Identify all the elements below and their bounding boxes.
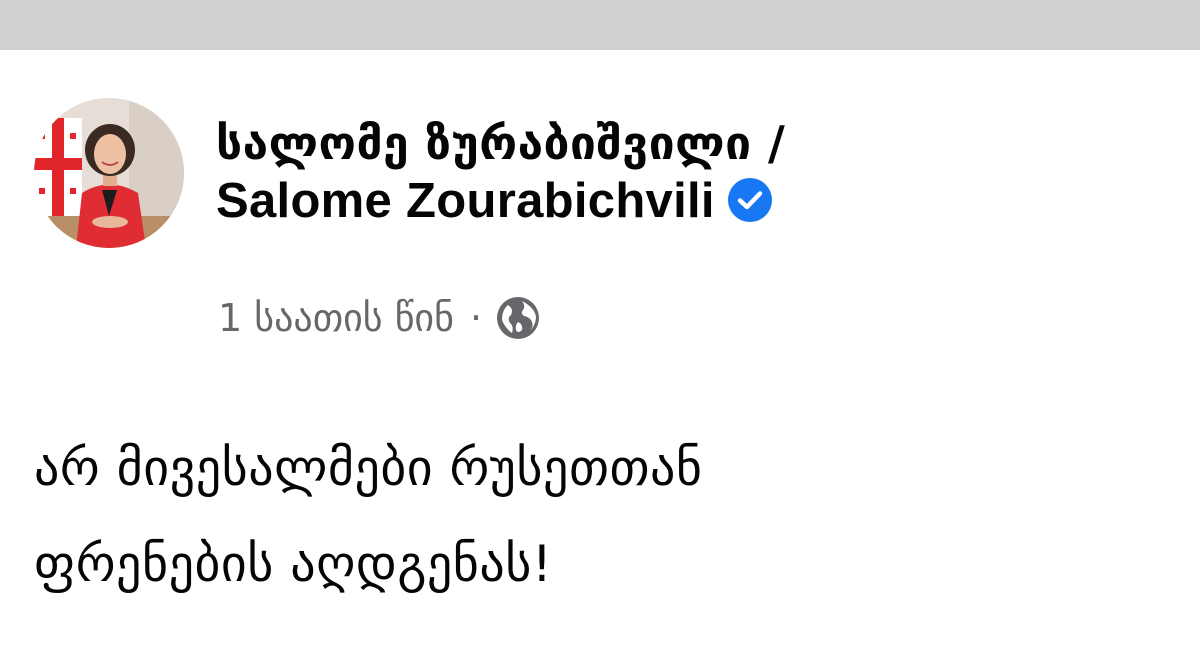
- post-text-line-1: არ მივესალმები რუსეთთან: [34, 439, 703, 497]
- author-name[interactable]: სალომე ზურაბიშვილი / Salome Zourabichvil…: [216, 114, 785, 230]
- post-meta: 1 საათის წინ ·: [218, 294, 540, 342]
- author-name-georgian[interactable]: სალომე ზურაბიშვილი /: [216, 114, 785, 172]
- post-body: არ მივესალმები რუსეთთან ფრენების აღდგენა…: [34, 420, 1164, 612]
- post-text-line-2: ფრენების აღდგენას!: [34, 535, 553, 593]
- post-timestamp[interactable]: 1 საათის წინ: [218, 294, 454, 342]
- globe-icon[interactable]: [496, 296, 540, 340]
- verified-badge-icon: [727, 178, 772, 223]
- meta-separator: ·: [469, 296, 483, 340]
- author-name-latin-text[interactable]: Salome Zourabichvili: [216, 174, 715, 228]
- avatar-photo: [34, 98, 184, 248]
- facebook-post: სალომე ზურაბიშვილი / Salome Zourabichvil…: [0, 50, 1200, 650]
- top-bar: [0, 0, 1200, 50]
- author-name-latin[interactable]: Salome Zourabichvili: [216, 172, 785, 230]
- avatar[interactable]: [34, 98, 184, 248]
